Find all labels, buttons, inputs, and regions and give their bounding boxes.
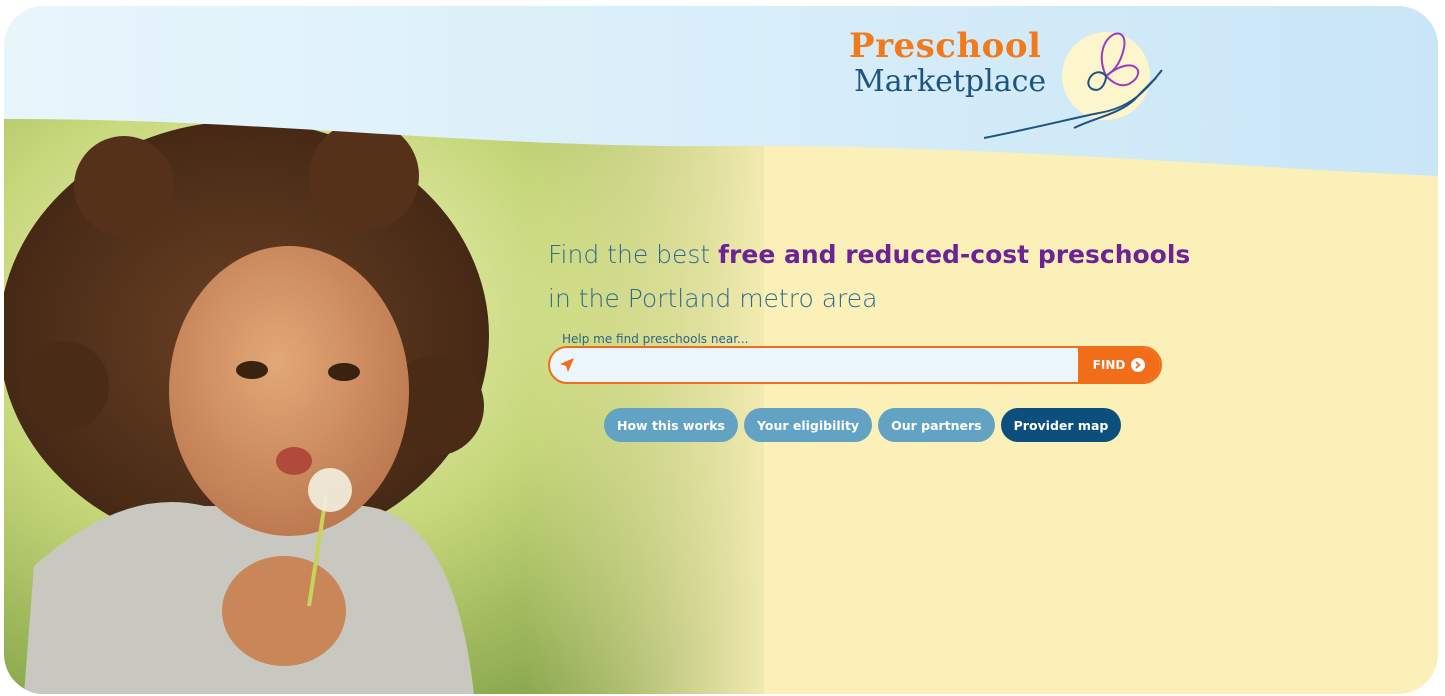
headline-suffix: in the Portland metro area — [548, 284, 878, 313]
nav-pills: How this works Your eligibility Our part… — [604, 408, 1122, 442]
hero-container: Preschool Marketplace Find the best free… — [4, 6, 1438, 694]
how-this-works-button[interactable]: How this works — [604, 408, 738, 442]
chevron-circle-right-icon — [1131, 358, 1146, 372]
headline-emphasis: free and reduced-cost preschools — [718, 240, 1191, 269]
your-eligibility-button[interactable]: Your eligibility — [743, 408, 873, 442]
headline-prefix: Find the best — [548, 240, 719, 269]
brand-logo[interactable]: Preschool Marketplace — [844, 18, 1174, 143]
find-button-label: FIND — [1092, 358, 1126, 372]
search-label: Help me find preschools near... — [562, 332, 749, 346]
location-arrow-icon — [560, 358, 574, 372]
location-search-input[interactable] — [582, 348, 1076, 382]
provider-map-button[interactable]: Provider map — [1000, 408, 1122, 442]
butterfly-hand-icon — [983, 32, 1163, 139]
our-partners-button[interactable]: Our partners — [878, 408, 995, 442]
search-bar: FIND — [548, 346, 1162, 384]
find-button[interactable]: FIND — [1078, 348, 1160, 382]
hero-headline: Find the best free and reduced-cost pres… — [548, 233, 1248, 321]
